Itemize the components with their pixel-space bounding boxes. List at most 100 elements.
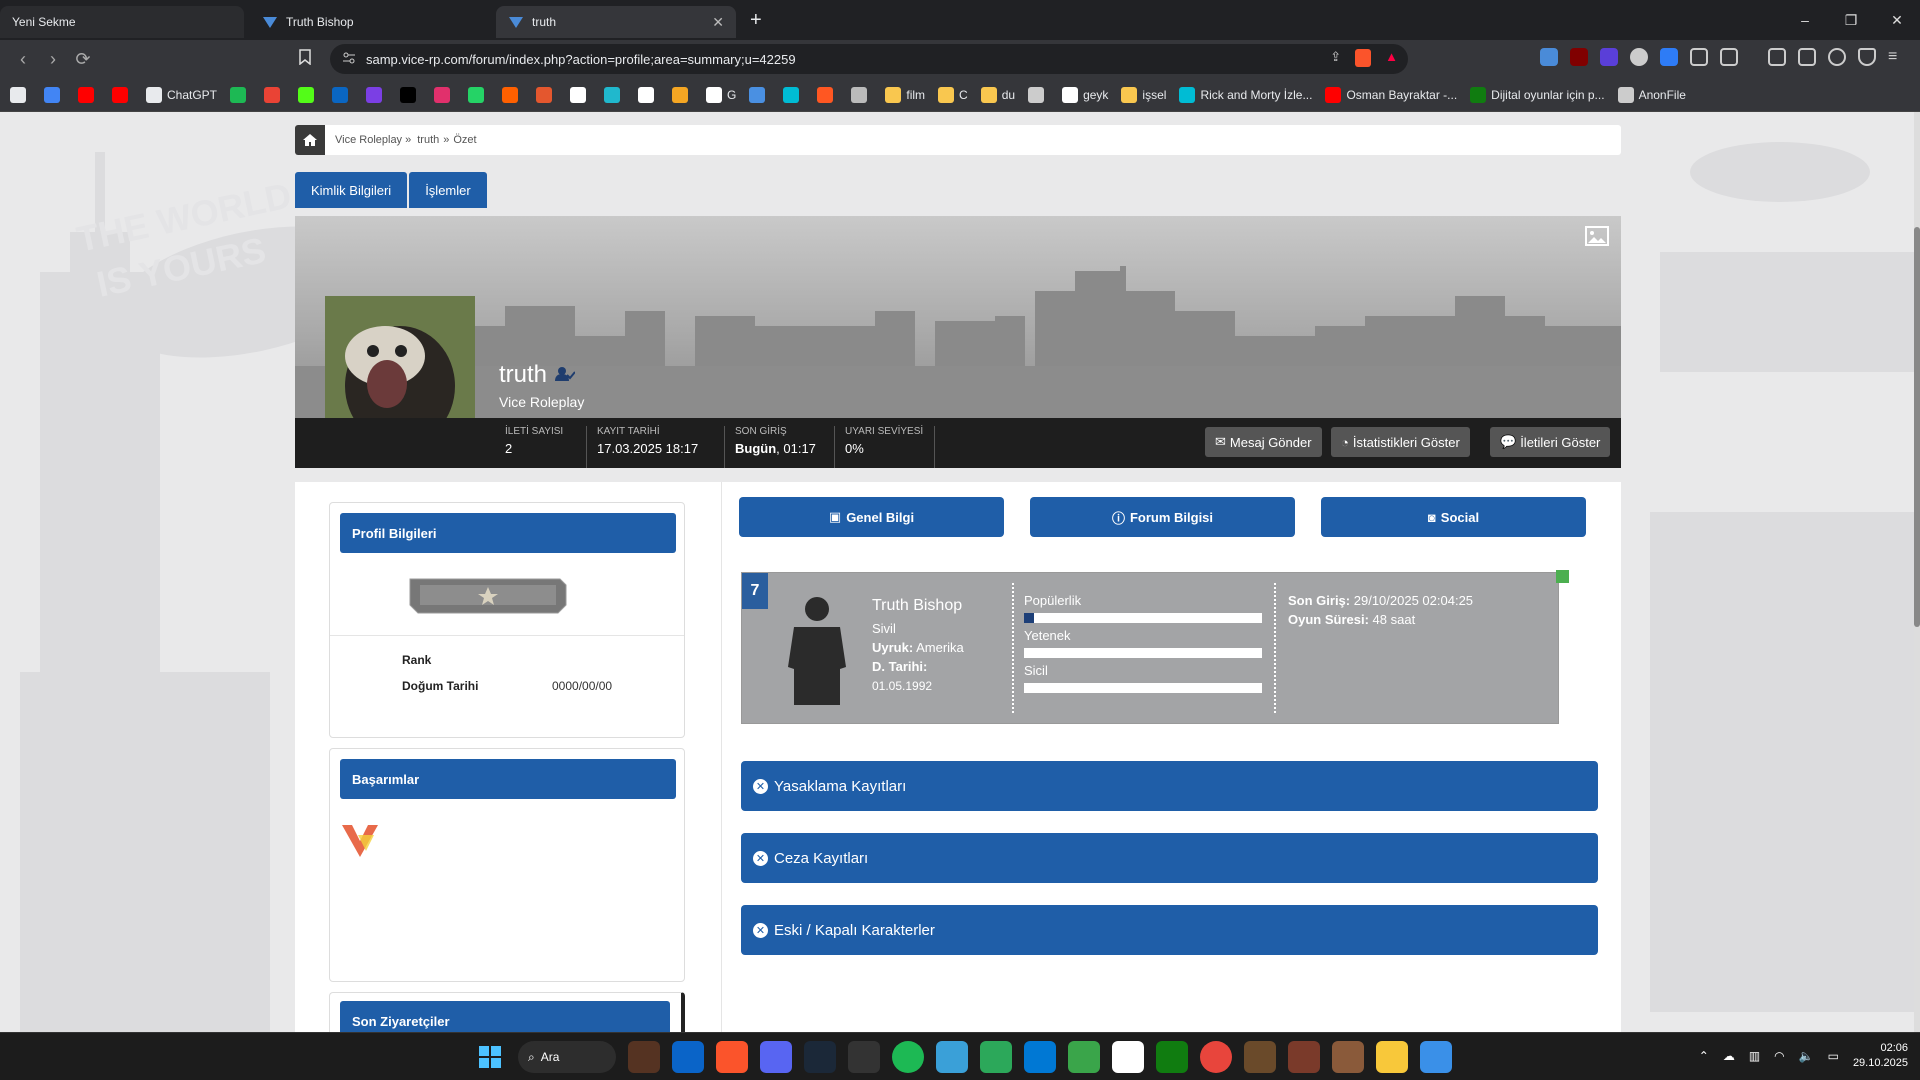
ban-records-accordion[interactable]: ✕ Yasaklama Kayıtları [741, 761, 1598, 811]
bookmark-item[interactable]: AnonFile [1617, 86, 1686, 103]
translate-extension-icon[interactable] [1540, 48, 1558, 66]
bookmark-item[interactable] [230, 86, 251, 103]
reload-icon[interactable]: ⟳ [68, 49, 98, 70]
tab-truth-bishop[interactable]: Truth Bishop [250, 6, 490, 38]
bookmark-item[interactable]: Rick and Morty İzle... [1179, 86, 1312, 103]
onedrive-icon[interactable]: ☁ [1723, 1049, 1735, 1063]
bookmark-item[interactable] [78, 86, 99, 103]
game2-icon[interactable] [1332, 1041, 1364, 1073]
minimize-button[interactable]: – [1782, 0, 1828, 40]
bookmark-item[interactable] [749, 86, 770, 103]
bookmark-item[interactable]: C [938, 86, 968, 103]
bookmark-item[interactable] [851, 86, 872, 103]
bookmark-item[interactable] [468, 86, 489, 103]
menu-icon[interactable]: ≡ [1888, 48, 1906, 66]
bookmark-item[interactable] [10, 86, 31, 103]
file-explorer-icon[interactable] [1376, 1041, 1408, 1073]
bookmark-item[interactable] [44, 86, 65, 103]
character-card[interactable]: 7 Truth Bishop Sivil Uyruk: Amerika D. T… [741, 572, 1559, 724]
cube-icon[interactable] [1068, 1041, 1100, 1073]
close-tab-icon[interactable]: ✕ [712, 14, 724, 31]
bookmark-item[interactable] [400, 86, 421, 103]
discord-icon[interactable] [760, 1041, 792, 1073]
bookmark-item[interactable]: film [885, 86, 925, 103]
epic-games-icon[interactable] [848, 1041, 880, 1073]
taskbar-search[interactable]: ⌕ Ara [518, 1041, 616, 1073]
sidebar-toggle-icon[interactable] [1768, 48, 1786, 66]
wifi-icon[interactable]: ◠ [1774, 1049, 1784, 1063]
wallet-icon[interactable] [1798, 48, 1816, 66]
old-characters-accordion[interactable]: ✕ Eski / Kapalı Karakterler [741, 905, 1598, 955]
audio-meter-icon[interactable]: ▥ [1749, 1049, 1760, 1063]
site-info-icon[interactable] [342, 51, 356, 65]
chrome-icon[interactable] [1200, 1041, 1232, 1073]
brave-rewards-icon[interactable]: ▲ [1385, 49, 1398, 67]
paint-icon[interactable] [1420, 1041, 1452, 1073]
bookmark-item[interactable] [672, 86, 693, 103]
bookmark-item[interactable] [570, 86, 591, 103]
general-info-button[interactable]: ▣ Genel Bilgi [739, 497, 1004, 537]
tab-actions[interactable]: İşlemler [409, 172, 487, 208]
volume-icon[interactable]: 🔈 [1799, 1049, 1814, 1063]
penalty-records-accordion[interactable]: ✕ Ceza Kayıtları [741, 833, 1598, 883]
brave-icon[interactable] [716, 1041, 748, 1073]
bookmark-item[interactable]: du [980, 86, 1015, 103]
bookmark-item[interactable]: geyk [1062, 86, 1108, 103]
bookmark-item[interactable]: işsel [1121, 86, 1166, 103]
xbox-icon[interactable] [1156, 1041, 1188, 1073]
dropbox-extension-icon[interactable] [1660, 48, 1678, 66]
outlook-icon[interactable] [672, 1041, 704, 1073]
battery-icon[interactable]: ▭ [1828, 1049, 1839, 1063]
bookmark-item[interactable] [264, 86, 285, 103]
breadcrumb-link-user[interactable]: truth [417, 134, 439, 146]
bookmark-item[interactable] [112, 86, 133, 103]
forum-info-button[interactable]: ⓘ Forum Bilgisi [1030, 497, 1295, 537]
bookmark-item[interactable] [502, 86, 523, 103]
close-window-button[interactable]: ✕ [1874, 0, 1920, 40]
social-button[interactable]: ◙ Social [1321, 497, 1586, 537]
new-tab-button[interactable]: + [750, 9, 762, 32]
bookmark-item[interactable] [783, 86, 804, 103]
extensions-puzzle-icon[interactable] [1690, 48, 1708, 66]
tab-identity[interactable]: Kimlik Bilgileri [295, 172, 408, 208]
ublock-extension-icon[interactable] [1570, 48, 1588, 66]
notepad-icon[interactable] [936, 1041, 968, 1073]
address-bar[interactable]: samp.vice-rp.com/forum/index.php?action=… [330, 44, 1408, 74]
ghost-extension-icon[interactable] [1630, 48, 1648, 66]
chevron-up-icon[interactable]: ⌃ [1699, 1049, 1709, 1063]
show-posts-button[interactable]: 💬 İletileri Göster [1490, 427, 1611, 457]
spotify-icon[interactable] [892, 1041, 924, 1073]
leo-ai-icon[interactable] [1828, 48, 1846, 66]
restore-button[interactable]: ❐ [1828, 0, 1874, 40]
app-green-icon[interactable] [980, 1041, 1012, 1073]
store-icon[interactable] [1112, 1041, 1144, 1073]
bookmark-item[interactable]: G [706, 86, 736, 103]
bookmark-item[interactable] [434, 86, 455, 103]
bookmark-item[interactable] [817, 86, 838, 103]
bookmark-item[interactable] [366, 86, 387, 103]
breadcrumb-link-home[interactable]: Vice Roleplay » [335, 134, 411, 146]
send-message-button[interactable]: ✉ Mesaj Gönder [1205, 427, 1322, 457]
page-scrollbar[interactable] [1914, 112, 1920, 1032]
back-icon[interactable]: ‹ [8, 49, 38, 70]
share-icon[interactable]: ⇪ [1330, 49, 1341, 67]
avatar[interactable] [325, 296, 475, 418]
vscode-icon[interactable] [1024, 1041, 1056, 1073]
clock[interactable]: 02:06 29.10.2025 [1853, 1041, 1908, 1071]
start-button[interactable] [474, 1041, 506, 1073]
vpn-icon[interactable] [1858, 48, 1876, 66]
forward-icon[interactable]: › [38, 49, 68, 70]
screenshot-icon[interactable] [1720, 48, 1738, 66]
bookmark-item[interactable] [604, 86, 625, 103]
bookmark-item[interactable]: Dijital oyunlar için p... [1470, 86, 1605, 103]
minecraft-icon[interactable] [1244, 1041, 1276, 1073]
bookmark-item[interactable] [332, 86, 353, 103]
bookmark-item[interactable] [638, 86, 659, 103]
game1-icon[interactable] [1288, 1041, 1320, 1073]
home-icon[interactable] [295, 125, 325, 155]
steam-icon[interactable] [804, 1041, 836, 1073]
bookmark-item[interactable] [536, 86, 557, 103]
change-cover-icon[interactable] [1585, 226, 1609, 246]
bookmark-item[interactable]: Osman Bayraktar -... [1325, 86, 1457, 103]
tab-truth[interactable]: truth ✕ [496, 6, 736, 38]
